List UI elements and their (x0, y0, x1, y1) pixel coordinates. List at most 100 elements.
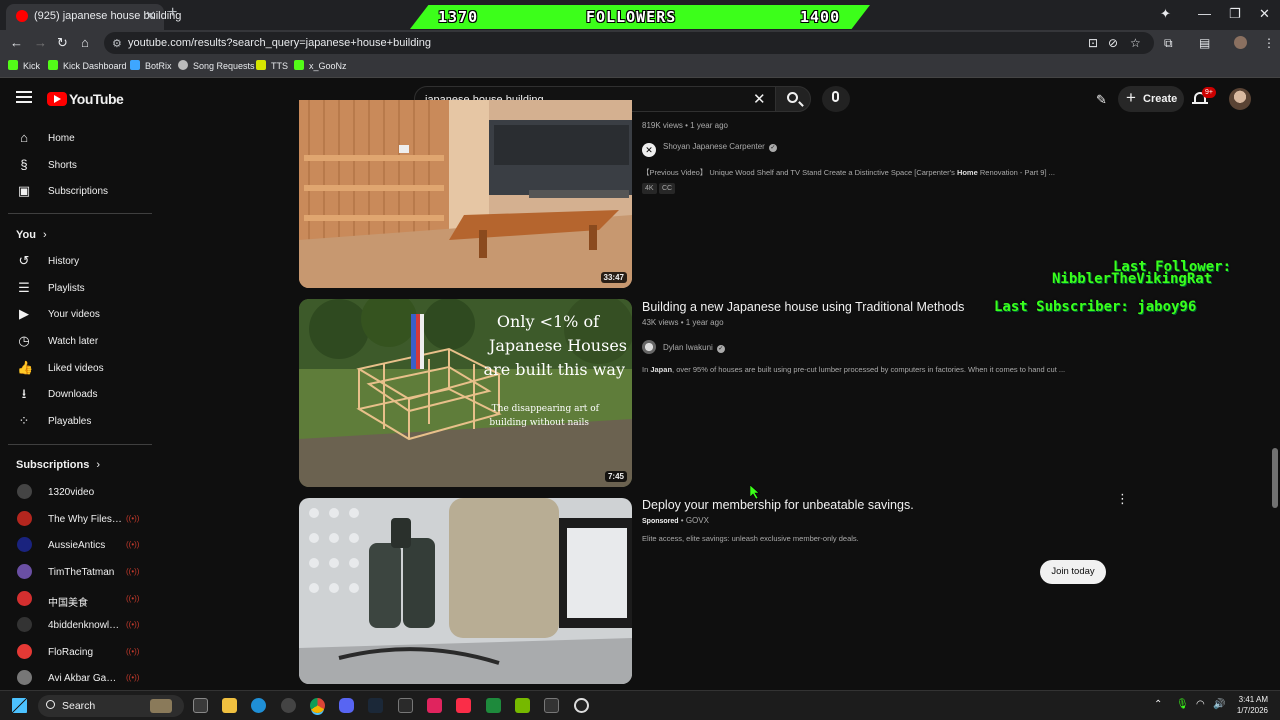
scrollbar-thumb[interactable] (1272, 448, 1278, 508)
copilot-icon[interactable]: ✦ (1160, 6, 1171, 22)
microphone-icon (832, 91, 839, 102)
bookmark-kick[interactable]: Kick (8, 60, 40, 71)
subscription-item[interactable]: 中国美食 ((•)) (0, 586, 160, 612)
bookmark-kick-dashboard[interactable]: Kick Dashboard (48, 60, 127, 71)
edge-icon[interactable] (251, 698, 266, 713)
new-tab-button[interactable]: + (168, 4, 177, 22)
sidebar-item-playlists[interactable]: ☰ Playlists (0, 276, 160, 302)
obs-icon[interactable] (574, 698, 589, 713)
subscription-item[interactable]: AussieAntics ((•)) (0, 532, 160, 558)
app-gray-icon[interactable] (544, 698, 559, 713)
hide-eye-icon[interactable]: ⊘ (1108, 36, 1118, 50)
bookmark-tts[interactable]: TTS (256, 60, 288, 71)
extensions-icon[interactable]: ⧉ (1164, 36, 1173, 51)
taskbar-clock[interactable]: 3:41 AM 1/7/2026 (1232, 694, 1268, 716)
close-window-icon[interactable]: ✕ (1259, 6, 1270, 22)
bookmark-star-icon[interactable]: ☆ (1130, 36, 1141, 50)
bookmark-botrix[interactable]: BotRix (130, 60, 172, 71)
ad-title[interactable]: Deploy your membership for unbeatable sa… (642, 498, 914, 512)
search-button[interactable] (775, 86, 811, 112)
search-icon (46, 700, 55, 709)
thumbnail-text-line5: building without nails (489, 418, 589, 428)
browser-tab[interactable]: (925) japanese house building ✕ (6, 4, 181, 30)
reload-icon[interactable]: ↻ (57, 35, 68, 51)
sidebar-item-watch-later[interactable]: ◷ Watch later (0, 329, 160, 355)
video-title[interactable]: Building a new Japanese house using Trad… (642, 300, 964, 314)
epic-games-icon[interactable] (398, 698, 413, 713)
menu-dots-icon[interactable]: ⋮ (1263, 36, 1275, 50)
subscription-item[interactable]: TimTheTatman ((•)) (0, 559, 160, 585)
sidebar-you-heading[interactable]: You › (16, 229, 47, 241)
address-bar[interactable]: ⚙ youtube.com/results?search_query=japan… (104, 32, 1154, 54)
tray-chevron-icon[interactable]: ⌃ (1154, 699, 1162, 710)
discord-icon[interactable] (339, 698, 354, 713)
sidebar-item-liked-videos[interactable]: 👍 Liked videos (0, 356, 160, 382)
taskbar-search[interactable]: Search (38, 695, 184, 717)
create-button[interactable]: + Create (1118, 86, 1184, 112)
profile-menu-icon[interactable]: ▤ (1199, 36, 1210, 50)
ad-description: Elite access, elite savings: unleash exc… (642, 534, 859, 543)
music-icon[interactable] (456, 698, 471, 713)
video-thumbnail[interactable]: Only <1% of Japanese Houses are built th… (299, 299, 632, 487)
cast-icon[interactable]: ✎ (1096, 92, 1107, 108)
minimize-icon[interactable]: — (1198, 6, 1211, 21)
sidebar-item-your-videos[interactable]: ▶ Your videos (0, 302, 160, 328)
sidebar-item-subscriptions[interactable]: ▣ Subscriptions (0, 179, 160, 205)
sidebar-item-downloads[interactable]: ⭳ Downloads (0, 382, 160, 408)
sidebar-item-home[interactable]: ⌂ Home (0, 126, 160, 152)
back-icon[interactable]: ← (10, 35, 23, 50)
volume-icon[interactable]: 🔊 (1213, 699, 1225, 710)
file-explorer-icon[interactable] (222, 698, 237, 713)
home-icon[interactable]: ⌂ (81, 35, 89, 50)
subscription-item[interactable]: FloRacing ((•)) (0, 639, 160, 665)
site-info-icon[interactable]: ⚙ (112, 37, 122, 50)
wifi-icon[interactable]: ◠ (1196, 699, 1205, 710)
windows-start-icon[interactable] (12, 698, 27, 713)
subscription-item[interactable]: The Why Files - B... ((•)) (0, 506, 160, 532)
ad-thumbnail[interactable] (299, 498, 632, 684)
notifications-button[interactable]: 9+ (1192, 87, 1216, 108)
channel-link[interactable]: Dylan Iwakuni ✓ (642, 340, 725, 354)
hamburger-menu-icon[interactable] (16, 91, 32, 103)
profile-avatar[interactable] (1234, 36, 1247, 49)
task-view-icon[interactable] (193, 698, 208, 713)
install-icon[interactable]: ⊡ (1088, 36, 1098, 50)
clear-search-icon[interactable]: ✕ (753, 90, 766, 108)
advertiser-name[interactable]: GOVX (686, 516, 709, 525)
channel-link[interactable]: ✕ Shoyan Japanese Carpenter ✓ (642, 142, 777, 157)
chrome-icon[interactable] (310, 698, 325, 713)
join-today-button[interactable]: Join today (1040, 560, 1106, 584)
close-tab-icon[interactable]: ✕ (145, 8, 156, 24)
subscription-item[interactable]: Avi Akbar Gaming ((•)) (0, 665, 160, 690)
sidebar-subscriptions-heading[interactable]: Subscriptions › (16, 459, 100, 471)
subscription-item[interactable]: 1320video (0, 479, 160, 505)
excel-icon[interactable] (486, 698, 501, 713)
description-text: 【Previous Video】 Unique Wood Shelf and T… (642, 168, 957, 177)
youtube-logo-text[interactable]: YouTube (69, 91, 124, 107)
more-options-icon[interactable]: ⋮ (1116, 492, 1129, 505)
app-icon[interactable] (281, 698, 296, 713)
sidebar-item-shorts[interactable]: § Shorts (0, 153, 160, 179)
page-scrollbar[interactable] (1270, 118, 1280, 690)
bookmark-x-goonz[interactable]: x_GooNz (294, 60, 347, 71)
sidebar-item-label: Downloads (48, 389, 98, 400)
sidebar-item-history[interactable]: ↺ History (0, 249, 160, 275)
app-red-icon[interactable] (427, 698, 442, 713)
sidebar-item-playables[interactable]: ⁘ Playables (0, 409, 160, 435)
subscription-item[interactable]: 4biddenknowled... ((•)) (0, 612, 160, 638)
youtube-logo-icon[interactable] (47, 92, 67, 106)
ad-image (299, 498, 632, 684)
subscription-label: 1320video (48, 487, 95, 498)
maximize-icon[interactable]: ❐ (1229, 6, 1241, 22)
forward-icon[interactable]: → (34, 35, 47, 50)
bookmark-song-requests[interactable]: Song Requests (178, 60, 255, 71)
live-icon: ((•)) (126, 514, 140, 523)
account-avatar[interactable] (1229, 88, 1251, 110)
video-thumbnail[interactable]: 33:47 (299, 100, 632, 288)
last-follower-name: NibblerTheVikingRat (1052, 271, 1213, 287)
voice-search-button[interactable] (822, 86, 850, 112)
nvidia-icon[interactable] (515, 698, 530, 713)
mic-tray-icon[interactable]: 🎙 (1176, 699, 1189, 710)
steam-icon[interactable] (368, 698, 383, 713)
video-description: 【Previous Video】 Unique Wood Shelf and T… (642, 167, 1055, 178)
